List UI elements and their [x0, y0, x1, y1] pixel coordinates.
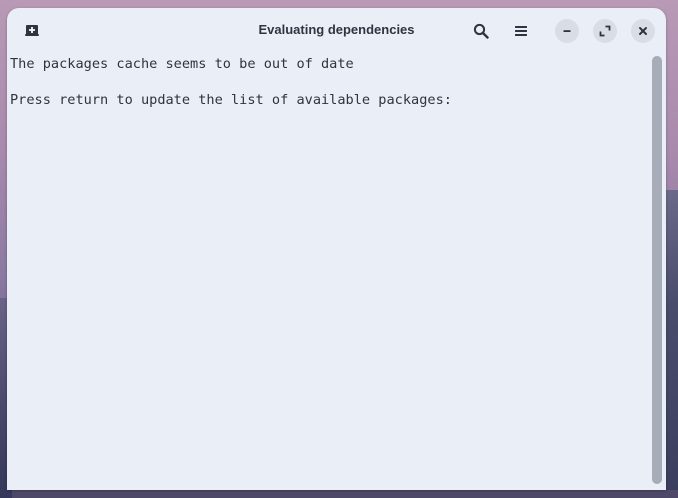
terminal-line: Press return to update the list of avail… — [10, 92, 452, 108]
close-icon — [639, 27, 647, 35]
search-button[interactable] — [468, 18, 494, 44]
maximize-button[interactable] — [593, 19, 617, 43]
menu-button[interactable] — [508, 18, 534, 44]
titlebar[interactable]: Evaluating dependencies — [7, 8, 666, 54]
minimize-button[interactable] — [555, 19, 579, 43]
new-tab-icon — [25, 25, 39, 36]
minimize-icon — [563, 30, 571, 32]
close-button[interactable] — [631, 19, 655, 43]
scrollbar-thumb[interactable] — [652, 56, 662, 484]
hamburger-menu-icon — [515, 26, 527, 36]
maximize-icon — [599, 25, 611, 37]
terminal-line: The packages cache seems to be out of da… — [10, 56, 354, 72]
new-tab-button[interactable] — [19, 18, 45, 44]
terminal-window: Evaluating dependencies The packages cac… — [7, 8, 666, 490]
search-icon — [473, 23, 489, 39]
vertical-scrollbar[interactable] — [652, 56, 662, 484]
terminal-output[interactable]: The packages cache seems to be out of da… — [7, 54, 651, 490]
